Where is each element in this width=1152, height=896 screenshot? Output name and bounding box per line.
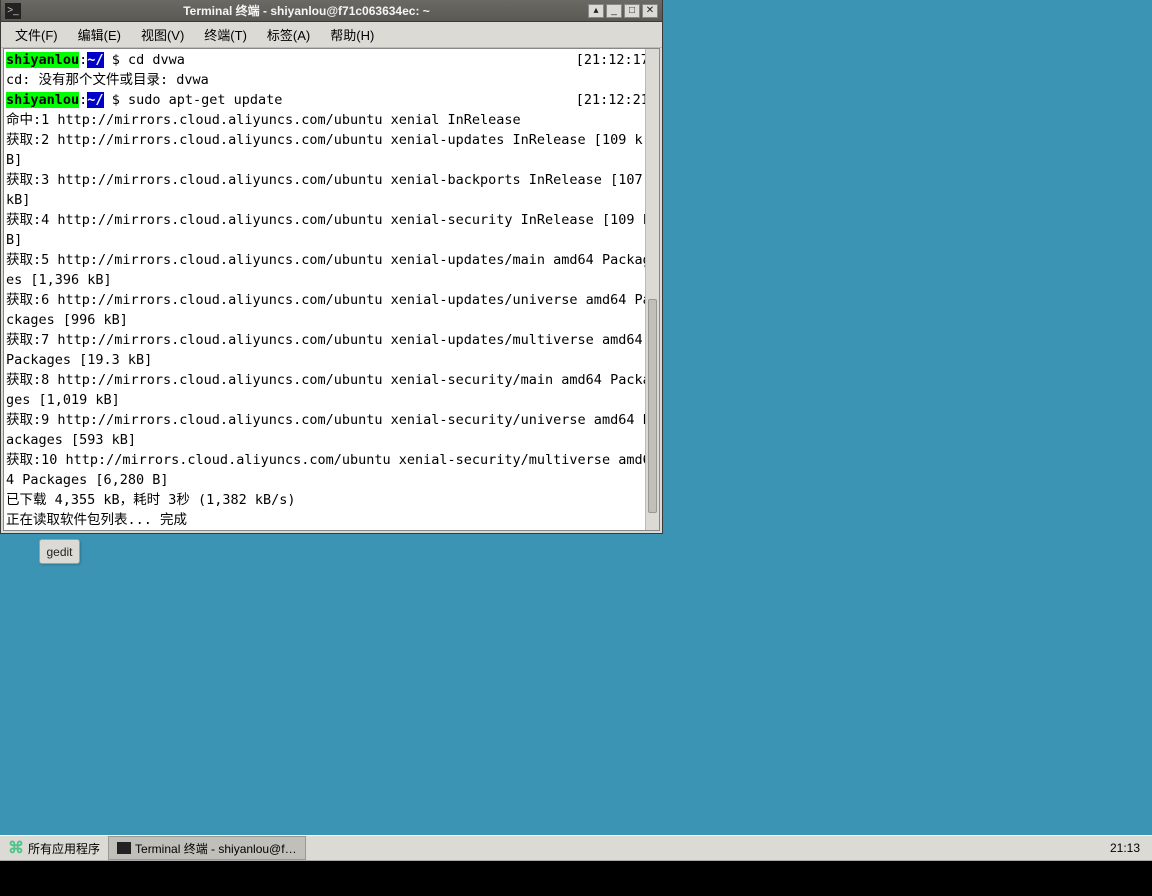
- desktop-icon-gedit[interactable]: gedit: [39, 539, 80, 564]
- output-line: 获取:6 http://mirrors.cloud.aliyuncs.com/u…: [6, 290, 657, 330]
- app-icon: >_: [5, 3, 21, 19]
- scrollbar-thumb[interactable]: [648, 299, 657, 513]
- menu-terminal[interactable]: 终端(T): [194, 22, 257, 47]
- menu-edit[interactable]: 编辑(E): [68, 22, 131, 47]
- terminal-content[interactable]: shiyanlou:~/ $ cd dvwa[21:12:17] cd: 没有那…: [3, 48, 660, 531]
- cmd-2: sudo apt-get update: [128, 92, 282, 108]
- output-line: 获取:10 http://mirrors.cloud.aliyuncs.com/…: [6, 450, 657, 490]
- minimize-button[interactable]: _: [606, 4, 622, 18]
- terminal-icon: [117, 842, 131, 854]
- prompt-line-1: shiyanlou:~/ $ cd dvwa[21:12:17]: [6, 50, 657, 70]
- rollup-button[interactable]: ▴: [588, 4, 604, 18]
- menubar: 文件(F) 编辑(E) 视图(V) 终端(T) 标签(A) 帮助(H): [1, 22, 662, 48]
- scrollbar[interactable]: [645, 49, 659, 530]
- output-line: 已下载 4,355 kB，耗时 3秒 (1,382 kB/s): [6, 490, 657, 510]
- taskbar-allapps[interactable]: ⌘ 所有应用程序: [0, 836, 108, 860]
- taskbar-task-terminal[interactable]: Terminal 终端 - shiyanlou@f…: [108, 836, 306, 860]
- menu-help[interactable]: 帮助(H): [320, 22, 384, 47]
- titlebar[interactable]: >_ Terminal 终端 - shiyanlou@f71c063634ec:…: [1, 0, 662, 22]
- prompt-user: shiyanlou: [6, 52, 79, 68]
- maximize-button[interactable]: □: [624, 4, 640, 18]
- output-line: 获取:8 http://mirrors.cloud.aliyuncs.com/u…: [6, 370, 657, 410]
- output-err: cd: 没有那个文件或目录: dvwa: [6, 70, 657, 90]
- terminal-window: >_ Terminal 终端 - shiyanlou@f71c063634ec:…: [0, 0, 663, 534]
- prompt-path: ~/: [87, 52, 103, 68]
- cmd-1: cd dvwa: [128, 52, 185, 68]
- output-line: 正在读取软件包列表... 完成: [6, 510, 657, 530]
- output-line: 获取:9 http://mirrors.cloud.aliyuncs.com/u…: [6, 410, 657, 450]
- menu-file[interactable]: 文件(F): [5, 22, 68, 47]
- prompt-line-2: shiyanlou:~/ $ sudo apt-get update[21:12…: [6, 90, 657, 110]
- apps-icon: ⌘: [8, 838, 24, 858]
- bottom-border: [0, 861, 1152, 896]
- output-line: 获取:7 http://mirrors.cloud.aliyuncs.com/u…: [6, 330, 657, 370]
- menu-view[interactable]: 视图(V): [131, 22, 194, 47]
- output-line: 获取:5 http://mirrors.cloud.aliyuncs.com/u…: [6, 250, 657, 290]
- menu-tabs[interactable]: 标签(A): [257, 22, 320, 47]
- window-title: Terminal 终端 - shiyanlou@f71c063634ec: ~: [25, 2, 588, 19]
- output-line: 获取:4 http://mirrors.cloud.aliyuncs.com/u…: [6, 210, 657, 250]
- taskbar-clock[interactable]: 21:13: [1098, 841, 1152, 855]
- output-line: 获取:3 http://mirrors.cloud.aliyuncs.com/u…: [6, 170, 657, 210]
- output-line: 命中:1 http://mirrors.cloud.aliyuncs.com/u…: [6, 110, 657, 130]
- close-button[interactable]: ✕: [642, 4, 658, 18]
- output-line: 获取:2 http://mirrors.cloud.aliyuncs.com/u…: [6, 130, 657, 170]
- taskbar: ⌘ 所有应用程序 Terminal 终端 - shiyanlou@f… 21:1…: [0, 835, 1152, 861]
